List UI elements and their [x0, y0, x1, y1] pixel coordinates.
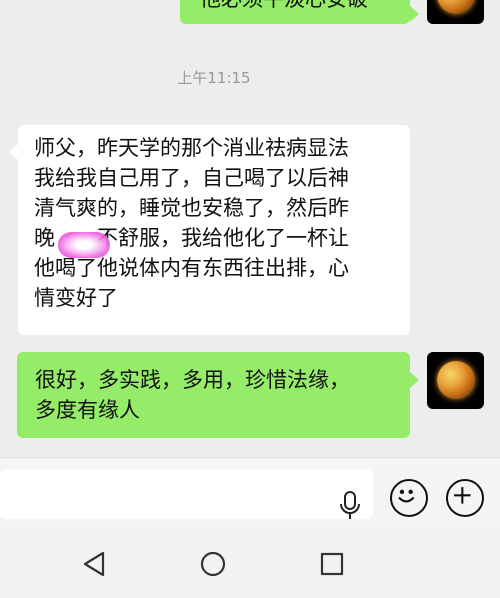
message-line: 我给我自己用了，自己喝了以后神: [34, 166, 349, 190]
chat-area: 他必须平淡心安破 上午11:15 师父，昨天学的那个消业祛病显法 我给我自己用了…: [0, 0, 500, 457]
message-text: 晚: [34, 226, 55, 250]
input-bar: [0, 457, 500, 528]
message-text: 他必须平淡心安破: [200, 0, 368, 11]
system-nav-bar: [0, 528, 500, 598]
message-line: 很好，多实践，多用，珍惜法缘，: [35, 368, 350, 392]
bubble-tail: [410, 6, 419, 22]
message-bubble-outgoing[interactable]: 很好，多实践，多用，珍惜法缘， 多度有缘人: [17, 352, 410, 438]
mic-icon[interactable]: [338, 491, 362, 521]
home-circle-icon[interactable]: [200, 551, 226, 577]
plus-icon[interactable]: [446, 479, 484, 517]
moon-avatar-icon: [437, 0, 475, 14]
message-line: 师父，昨天学的那个消业祛病显法: [34, 136, 349, 160]
message-input[interactable]: [0, 469, 373, 519]
message-bubble-incoming[interactable]: 师父，昨天学的那个消业祛病显法 我给我自己用了，自己喝了以后神 清气爽的，睡觉也…: [18, 125, 410, 335]
avatar-self-top[interactable]: [427, 0, 484, 24]
bubble-tail: [9, 144, 18, 160]
message-line: 清气爽的，睡觉也安稳了，然后昨: [34, 196, 349, 220]
timestamp: 上午11:15: [177, 69, 251, 87]
message-bubble-outgoing-top[interactable]: 他必须平淡心安破: [180, 0, 410, 24]
message-text: 不舒服，我给他化了一杯让: [97, 226, 349, 250]
avatar-self[interactable]: [427, 352, 484, 409]
bubble-tail: [410, 372, 419, 388]
moon-avatar-icon: [437, 361, 475, 399]
message-line: 多度有缘人: [35, 398, 140, 422]
emoji-icon[interactable]: [390, 479, 428, 517]
message-line: 情变好了: [34, 286, 118, 310]
back-triangle-icon[interactable]: [82, 551, 106, 577]
recent-square-icon[interactable]: [320, 552, 344, 576]
censor-scribble: [58, 232, 110, 258]
